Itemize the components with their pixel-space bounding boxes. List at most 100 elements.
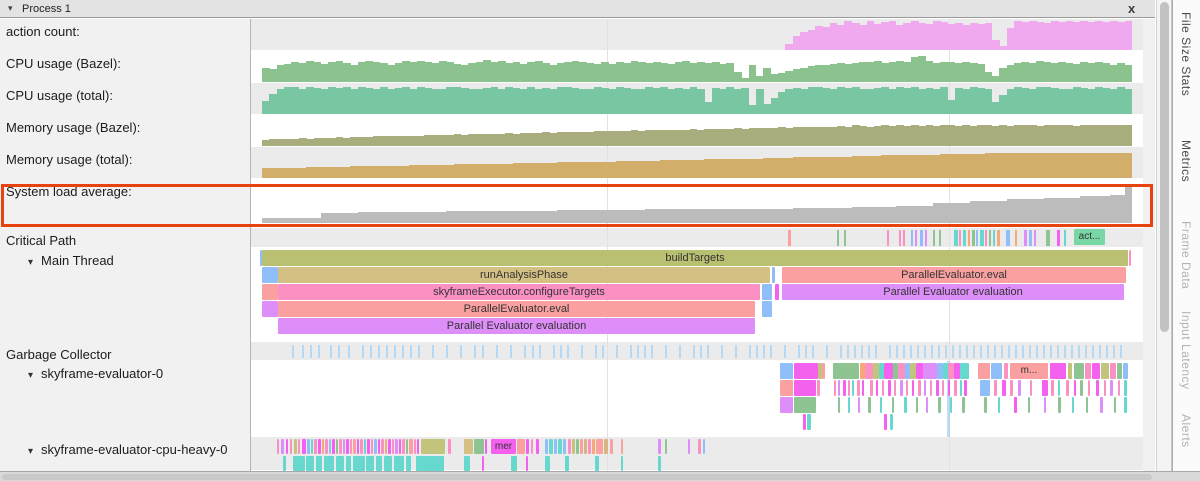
gc-tick [1078, 345, 1080, 358]
trace-span-unlabeled [794, 380, 816, 396]
close-icon[interactable]: x [1128, 1, 1135, 16]
trace-span-unlabeled [950, 397, 952, 413]
track-plot-mem-bazel[interactable] [258, 115, 1143, 147]
track-plot-skyframe-evaluator-cpu-heavy-0[interactable]: mer [258, 437, 1143, 471]
trace-span[interactable]: m... [1010, 363, 1048, 379]
trace-span-unlabeled [1104, 380, 1106, 396]
critical-path-tick [899, 230, 901, 246]
track-plot-garbage-collector[interactable] [258, 342, 1143, 361]
trace-span-unlabeled [621, 456, 623, 471]
trace-span-unlabeled [414, 439, 416, 454]
trace-span-unlabeled [306, 456, 314, 471]
trace-span-unlabeled [343, 439, 345, 454]
trace-span-unlabeled [1044, 397, 1046, 413]
trace-span-unlabeled [588, 439, 591, 454]
trace-span-unlabeled [1124, 397, 1127, 413]
vertical-scrollbar[interactable] [1156, 0, 1172, 471]
trace-span-unlabeled [923, 363, 937, 379]
horizontal-scrollbar[interactable] [0, 471, 1200, 481]
trace-span-unlabeled [1101, 363, 1109, 379]
trace-span[interactable]: mer [491, 439, 516, 454]
trace-span-unlabeled [698, 439, 701, 454]
track-label-main-thread: ▾Main Thread [28, 253, 114, 268]
trace-span[interactable]: ParallelEvaluator.eval [782, 267, 1126, 283]
collapse-arrow-icon[interactable]: ▾ [28, 257, 33, 268]
trace-span-unlabeled [416, 456, 444, 471]
critical-path-tick [933, 230, 935, 246]
gc-tick [994, 345, 996, 358]
collapse-arrow-icon[interactable]: ▾ [28, 370, 33, 381]
trace-span-unlabeled [286, 439, 288, 454]
trace-span-unlabeled [402, 439, 405, 454]
critical-path-tick [1046, 230, 1050, 246]
gc-tick [931, 345, 933, 358]
trace-span-unlabeled [838, 380, 840, 396]
trace-span-unlabeled [464, 439, 473, 454]
track-plot-sysload[interactable] [258, 179, 1143, 228]
trace-span-unlabeled [658, 456, 661, 471]
process-header: ▾ Process 1 x [0, 0, 1155, 18]
track-plot-mem-total[interactable] [258, 147, 1143, 179]
trace-span-unlabeled [604, 439, 608, 454]
trace-span[interactable]: Parallel Evaluator evaluation [782, 284, 1124, 300]
gc-tick [418, 345, 420, 358]
trace-span-unlabeled [596, 439, 603, 454]
gc-tick [330, 345, 332, 358]
tab-frame-data[interactable]: Frame Data [1179, 221, 1193, 289]
trace-span-unlabeled [772, 267, 775, 283]
trace-span-unlabeled [775, 284, 779, 300]
trace-span-unlabeled [1100, 397, 1103, 413]
collapse-arrow-icon[interactable]: ▾ [28, 446, 33, 457]
tab-metrics[interactable]: Metrics [1179, 140, 1193, 182]
gc-tick [630, 345, 632, 358]
critical-path-tick [920, 230, 923, 246]
trace-span[interactable]: Parallel Evaluator evaluation [278, 318, 755, 334]
gc-tick [386, 345, 388, 358]
track-plot-skyframe-evaluator-0[interactable]: m... [258, 361, 1143, 437]
trace-span-unlabeled [376, 456, 382, 471]
track-label-text: Critical Path [6, 233, 76, 248]
track-plot-action-count[interactable] [258, 19, 1143, 51]
gc-tick [651, 345, 653, 358]
process-collapse-icon[interactable]: ▾ [8, 3, 13, 14]
track-label-text: System load average: [6, 184, 132, 199]
track-plot-cpu-total[interactable] [258, 83, 1143, 115]
trace-span-unlabeled [857, 380, 860, 396]
trace-span-unlabeled [350, 439, 352, 454]
critical-path-tick [985, 230, 987, 246]
gc-tick [1001, 345, 1003, 358]
trace-span-unlabeled [658, 439, 661, 454]
gc-tick [616, 345, 618, 358]
trace-span-unlabeled [703, 439, 705, 454]
trace-span-unlabeled [336, 456, 344, 471]
trace-span[interactable]: skyframeExecutor.configureTargets [278, 284, 760, 300]
trace-span[interactable]: runAnalysisPhase [278, 267, 770, 283]
trace-span-unlabeled [332, 439, 335, 454]
track-plot-cpu-bazel[interactable] [258, 51, 1143, 83]
trace-span[interactable]: ParallelEvaluator.eval [278, 301, 755, 317]
trace-span-unlabeled [482, 456, 484, 471]
track-plot-main-thread[interactable]: buildTargetsrunAnalysisPhase ParallelEval… [258, 248, 1143, 342]
tab-alerts[interactable]: Alerts [1179, 414, 1193, 448]
tab-input-latency[interactable]: Input Latency [1179, 311, 1193, 390]
gridline [949, 342, 950, 361]
trace-span-unlabeled [325, 439, 328, 454]
critical-path-event[interactable]: act... [1074, 229, 1105, 245]
gc-tick [1099, 345, 1101, 358]
gc-tick [1036, 345, 1038, 358]
trace-span-unlabeled [262, 301, 278, 317]
track-label-cpu-bazel: CPU usage (Bazel): [6, 56, 121, 71]
trace-span-unlabeled [336, 439, 338, 454]
track-plot-critical-path[interactable]: act... [258, 228, 1143, 248]
trace-span-unlabeled [888, 380, 891, 396]
gc-tick [581, 345, 583, 358]
vertical-scrollbar-thumb[interactable] [1160, 2, 1169, 332]
trace-span-unlabeled [485, 439, 487, 454]
horizontal-scrollbar-thumb[interactable] [2, 474, 1152, 480]
tab-file-size-stats[interactable]: File Size Stats [1179, 12, 1193, 96]
trace-span-unlabeled [384, 456, 392, 471]
right-tab-strip: File Size Stats Metrics Frame Data Input La… [1172, 0, 1200, 471]
gc-tick [1113, 345, 1115, 358]
trace-span[interactable]: buildTargets [262, 250, 1128, 266]
trace-span-unlabeled [406, 439, 408, 454]
